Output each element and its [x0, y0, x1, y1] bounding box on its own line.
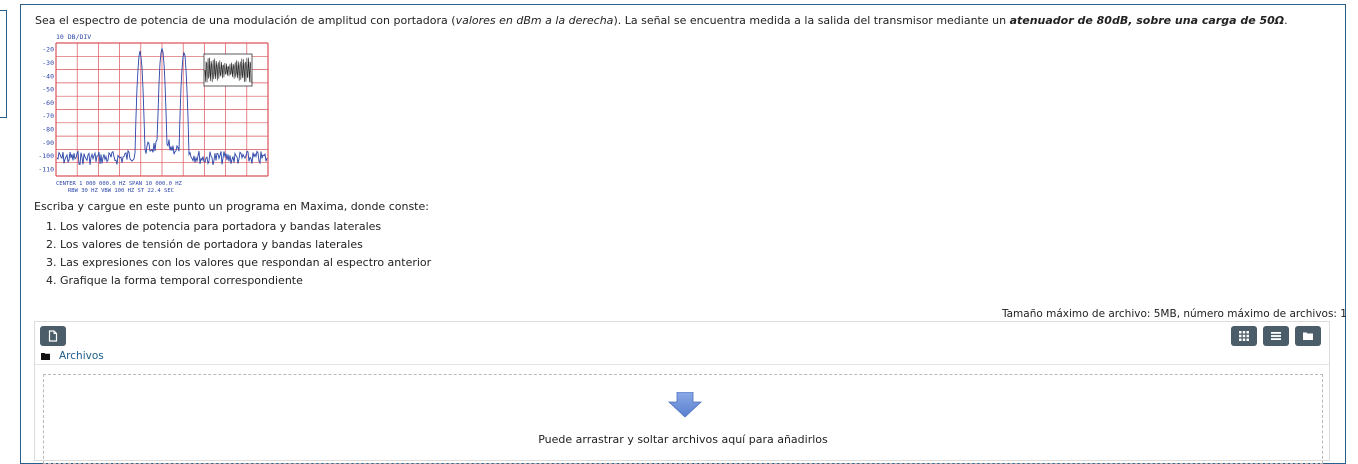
spectrum-scale-label: 10 DB/DIV	[56, 33, 91, 41]
am-waveform-inset	[203, 53, 253, 87]
step-item: Los valores de tensión de portadora y ba…	[60, 238, 431, 256]
spectrum-y-label: -40	[42, 72, 54, 80]
spectrum-y-label: -70	[42, 112, 54, 120]
drop-zone-text: Puede arrastrar y soltar archivos aquí p…	[538, 433, 828, 446]
spectrum-image: 10 DB/DIV -20 -30 -40 -50 -60 -70 -80 -90 -100 -1…	[34, 31, 280, 195]
breadcrumb: Archivos	[41, 350, 104, 362]
spectrum-y-label: -60	[42, 99, 54, 107]
add-file-button[interactable]	[40, 326, 66, 346]
question-intro: Sea el espectro de potencia de una modul…	[35, 14, 456, 27]
step-item: Las expresiones con los valores que resp…	[60, 256, 431, 274]
step-item: Grafique la forma temporal correspondien…	[60, 274, 431, 292]
spectrum-y-label: -90	[42, 139, 54, 147]
grid-icon	[1239, 331, 1249, 341]
list-icon	[1271, 332, 1281, 340]
arrow-down-icon	[668, 392, 702, 418]
instruction-text: Escriba y cargue en este punto un progra…	[34, 200, 429, 213]
spectrum-y-label: -80	[42, 125, 54, 133]
folder-icon	[1303, 332, 1313, 340]
question-text: Sea el espectro de potencia de una modul…	[35, 14, 1335, 28]
view-icons-button[interactable]	[1231, 326, 1257, 346]
file-manager-toolbar: Archivos	[35, 322, 1329, 365]
spectrum-y-label: -100	[38, 152, 54, 160]
question-attenuator: atenuador de 80dB, sobre una carga de 50…	[1009, 14, 1285, 27]
spectrum-y-label: -50	[42, 86, 54, 94]
spectrum-y-label: -30	[42, 59, 54, 67]
question-note: valores en dBm a la derecha	[455, 14, 614, 27]
spectrum-footer-1: CENTER 1 000 000.0 HZ SPAN 10 000.0 HZ	[56, 181, 183, 187]
breadcrumb-archivos-link[interactable]: Archivos	[59, 350, 104, 362]
steps-list: Los valores de potencia para portadora y…	[30, 220, 431, 292]
folder-icon	[41, 353, 50, 360]
file-manager: Archivos Puede arrastrar y soltar archiv…	[34, 321, 1330, 464]
view-tree-button[interactable]	[1295, 326, 1321, 346]
question-middle: ). La señal se encuentra medida a la sal…	[613, 14, 1010, 27]
step-item: Los valores de potencia para portadora y…	[60, 220, 431, 238]
spectrum-y-label: -20	[42, 46, 54, 54]
spectrum-y-label: -110	[38, 165, 54, 173]
view-list-button[interactable]	[1263, 326, 1289, 346]
spectrum-footer-2: RBW 30 HZ VBW 100 HZ ST 22.4 SEC	[68, 188, 174, 194]
file-icon	[48, 330, 58, 342]
question-end: .	[1284, 14, 1288, 27]
file-limits: Tamaño máximo de archivo: 5MB, número má…	[1001, 308, 1347, 320]
left-panel-edge	[0, 10, 7, 118]
